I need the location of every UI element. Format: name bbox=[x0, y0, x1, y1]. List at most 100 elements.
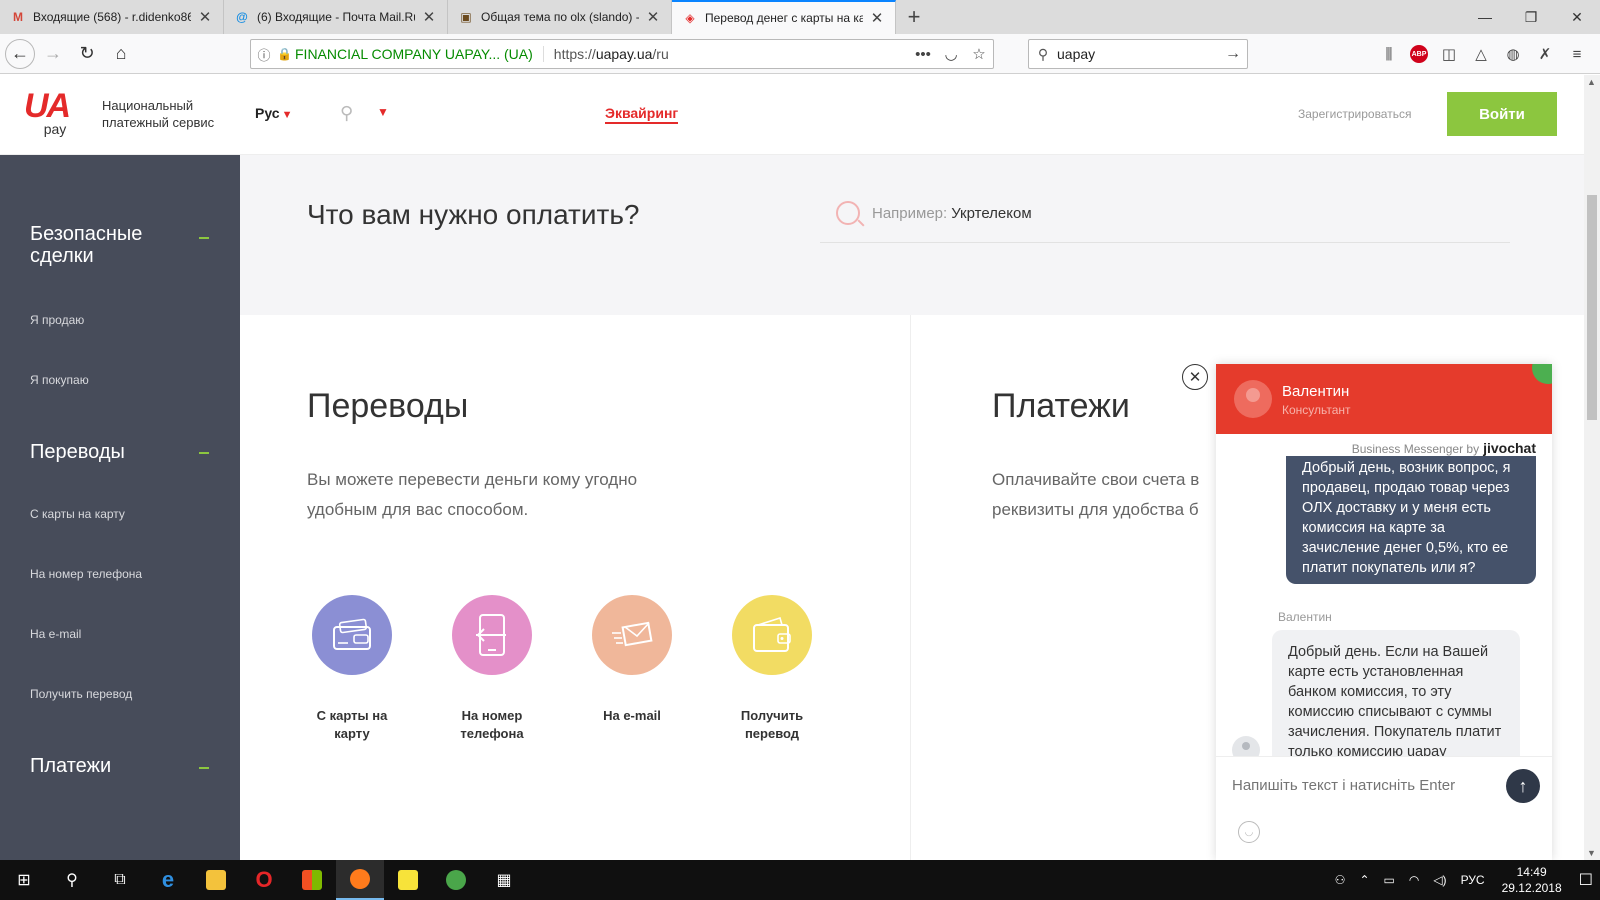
tab-close-icon[interactable]: ✕ bbox=[197, 8, 213, 26]
forum-icon: ▣ bbox=[460, 10, 472, 24]
collapse-minus-icon[interactable] bbox=[199, 237, 209, 239]
scroll-down-icon[interactable]: ▼ bbox=[1587, 848, 1596, 858]
chat-message-input[interactable] bbox=[1232, 777, 1492, 794]
desc-line: Вы можете перевести деньги кому угодно bbox=[307, 470, 638, 489]
register-link[interactable]: Зарегистрироваться bbox=[1298, 107, 1411, 121]
info-icon[interactable]: ⓘ bbox=[251, 45, 277, 64]
tab-uapay[interactable]: ◈ Перевод денег с карты на кар ✕ bbox=[672, 0, 896, 34]
wifi-icon[interactable]: ◠ bbox=[1402, 873, 1426, 887]
reload-icon[interactable]: ↻ bbox=[71, 38, 103, 70]
sidebar-section-transfers[interactable]: Переводы bbox=[30, 441, 210, 463]
edge-icon[interactable]: e bbox=[144, 860, 192, 900]
close-window-icon[interactable]: ✕ bbox=[1554, 0, 1600, 34]
search-go-arrow-icon[interactable]: → bbox=[1219, 45, 1247, 63]
tab-close-icon[interactable]: ✕ bbox=[869, 9, 885, 27]
restore-icon[interactable]: ❐ bbox=[1508, 0, 1554, 34]
sidebar-section-payments[interactable]: Платежи bbox=[30, 755, 210, 777]
utorrent-icon[interactable] bbox=[432, 860, 480, 900]
acquiring-link[interactable]: Эквайринг bbox=[605, 105, 679, 124]
site-identity[interactable]: FINANCIAL COMPANY UAPAY... (UA) bbox=[295, 46, 544, 62]
collapse-minus-icon[interactable] bbox=[199, 767, 209, 769]
language-selector[interactable]: Рус ▼ bbox=[255, 105, 292, 121]
search-query[interactable]: uapay bbox=[1057, 46, 1219, 62]
clock-time: 14:49 bbox=[1516, 865, 1547, 879]
transfer-card-to-email[interactable]: На e-mail bbox=[577, 595, 687, 725]
transfer-card-to-card[interactable]: С карты на карту bbox=[297, 595, 407, 743]
opera-icon[interactable]: O bbox=[240, 860, 288, 900]
back-arrow-icon[interactable]: ← bbox=[5, 38, 35, 69]
tab-close-icon[interactable]: ✕ bbox=[645, 8, 661, 26]
pocket-icon[interactable]: ◡ bbox=[937, 45, 965, 63]
file-explorer-icon[interactable] bbox=[192, 860, 240, 900]
sidebar-item-buy[interactable]: Я покупаю bbox=[30, 373, 89, 387]
send-arrow-icon[interactable]: ↑ bbox=[1506, 769, 1540, 803]
payment-search-input[interactable]: Например: Укртелеком bbox=[820, 201, 1510, 243]
tab-mailru[interactable]: @ (6) Входящие - Почта Mail.Ru ✕ bbox=[224, 0, 448, 34]
chat-message-sender: Валентин bbox=[1278, 610, 1332, 624]
input-language[interactable]: РУС bbox=[1454, 873, 1492, 887]
receive-wallet-icon bbox=[732, 595, 812, 675]
new-tab-icon[interactable]: + bbox=[896, 0, 932, 34]
menu-icon[interactable]: ≡ bbox=[1566, 40, 1588, 68]
sidebar-icon[interactable]: ◫ bbox=[1438, 40, 1460, 68]
battery-icon[interactable]: ▭ bbox=[1377, 873, 1402, 887]
chat-brand[interactable]: Business Messenger by jivochat bbox=[1352, 440, 1536, 456]
tab-title: Общая тема по olx (slando) - Ф bbox=[481, 10, 639, 24]
scrollbar-thumb[interactable] bbox=[1587, 195, 1597, 420]
window-controls: — ❐ ✕ bbox=[1462, 0, 1600, 34]
tab-close-icon[interactable]: ✕ bbox=[421, 8, 437, 26]
notifications-icon[interactable]: ☐ bbox=[1572, 870, 1600, 890]
search-icon[interactable]: ⚲ bbox=[48, 860, 96, 900]
bookmark-star-icon[interactable]: ☆ bbox=[965, 45, 993, 63]
url-text[interactable]: https://uapay.ua/ru bbox=[544, 46, 909, 62]
sidebar-item-receive[interactable]: Получить перевод bbox=[30, 687, 132, 701]
collapse-minus-icon[interactable] bbox=[199, 452, 209, 454]
firefox-icon[interactable] bbox=[336, 860, 384, 900]
transfer-card-receive[interactable]: Получить перевод bbox=[717, 595, 827, 743]
globe-icon[interactable]: ◍ bbox=[1502, 40, 1524, 68]
volume-icon[interactable]: ◁) bbox=[1426, 873, 1453, 887]
payments-title: Платежи bbox=[992, 387, 1130, 425]
clock-date: 29.12.2018 bbox=[1501, 881, 1562, 895]
emoji-smile-icon[interactable]: ◡ bbox=[1238, 821, 1260, 843]
location-pin-icon[interactable]: ⚲ bbox=[340, 103, 353, 124]
gmail-icon: M bbox=[13, 10, 23, 24]
page-actions-icon[interactable]: ••• bbox=[909, 46, 937, 63]
sidebar-item-card-to-card[interactable]: С карты на карту bbox=[30, 507, 125, 521]
url-bar[interactable]: ⓘ 🔒 FINANCIAL COMPANY UAPAY... (UA) http… bbox=[250, 39, 994, 69]
task-view-icon[interactable]: ⧉ bbox=[96, 860, 144, 900]
clock[interactable]: 14:49 29.12.2018 bbox=[1492, 864, 1572, 896]
windows-start-icon[interactable]: ⊞ bbox=[0, 860, 48, 900]
forward-arrow-icon[interactable]: → bbox=[37, 38, 69, 70]
chevron-down-icon[interactable]: ▼ bbox=[377, 105, 389, 119]
tab-forum[interactable]: ▣ Общая тема по olx (slando) - Ф ✕ bbox=[448, 0, 672, 34]
sidebar-item-to-phone[interactable]: На номер телефона bbox=[30, 567, 142, 581]
minimize-icon[interactable]: — bbox=[1462, 0, 1508, 34]
drive-icon[interactable]: △ bbox=[1470, 40, 1492, 68]
home-icon[interactable]: ⌂ bbox=[105, 38, 137, 70]
label-line: перевод bbox=[744, 726, 800, 741]
page-scrollbar[interactable]: ▲ ▼ bbox=[1584, 75, 1600, 860]
sidebar-item-sell[interactable]: Я продаю bbox=[30, 313, 84, 327]
sidebar-section-safe-deals[interactable]: Безопасные сделки bbox=[30, 223, 210, 267]
browser-tabstrip: M Входящие (568) - r.didenko86@ ✕ @ (6) … bbox=[0, 0, 1600, 34]
tab-gmail[interactable]: M Входящие (568) - r.didenko86@ ✕ bbox=[0, 0, 224, 34]
search-bar[interactable]: ⚲ uapay → bbox=[1028, 39, 1248, 69]
calculator-icon[interactable]: ▦ bbox=[480, 860, 528, 900]
library-icon[interactable]: ⫼ bbox=[1378, 40, 1400, 68]
scroll-up-icon[interactable]: ▲ bbox=[1587, 77, 1596, 87]
chat-message-agent: Добрый день. Если на Вашей карте есть ус… bbox=[1272, 630, 1520, 758]
sidebar-item-to-email[interactable]: На e-mail bbox=[30, 627, 81, 641]
tray-expand-icon[interactable]: ⌃ bbox=[1352, 873, 1376, 887]
extension-x-icon[interactable]: ✗ bbox=[1534, 40, 1556, 68]
uapay-logo[interactable]: UA pay bbox=[24, 89, 82, 139]
store-icon[interactable] bbox=[288, 860, 336, 900]
browser-navbar: ← → ↻ ⌂ ⓘ 🔒 FINANCIAL COMPANY UAPAY... (… bbox=[0, 34, 1600, 74]
chat-close-icon[interactable]: ✕ bbox=[1182, 364, 1208, 390]
people-icon[interactable]: ⚇ bbox=[1328, 873, 1353, 887]
sticky-notes-icon[interactable] bbox=[384, 860, 432, 900]
transfer-card-to-phone[interactable]: На номер телефона bbox=[437, 595, 547, 743]
adblock-icon[interactable]: ABP bbox=[1410, 45, 1428, 63]
site-header: UA pay Национальный платежный сервис Рус… bbox=[0, 75, 1584, 155]
login-button[interactable]: Войти bbox=[1447, 92, 1557, 136]
